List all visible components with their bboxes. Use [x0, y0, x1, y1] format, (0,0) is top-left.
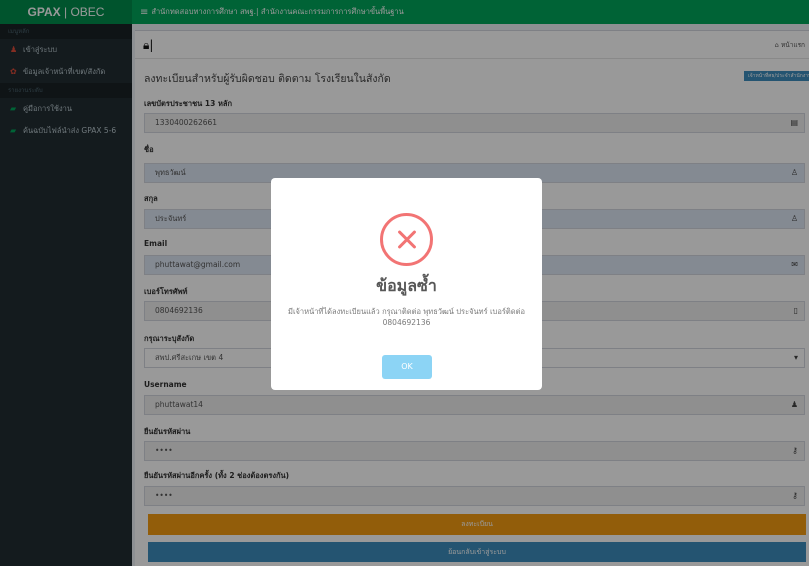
dialog-title: ข้อมูลซ้ำ: [376, 276, 437, 295]
error-dialog: ข้อมูลซ้ำ มีเจ้าหน้าที่ได้ลงทะเบียนแล้ว …: [271, 178, 542, 390]
error-x-icon: [380, 213, 433, 266]
ok-button[interactable]: OK: [382, 355, 432, 379]
dialog-message: มีเจ้าหน้าที่ได้ลงทะเบียนแล้ว กรุณาติดต่…: [288, 307, 525, 327]
